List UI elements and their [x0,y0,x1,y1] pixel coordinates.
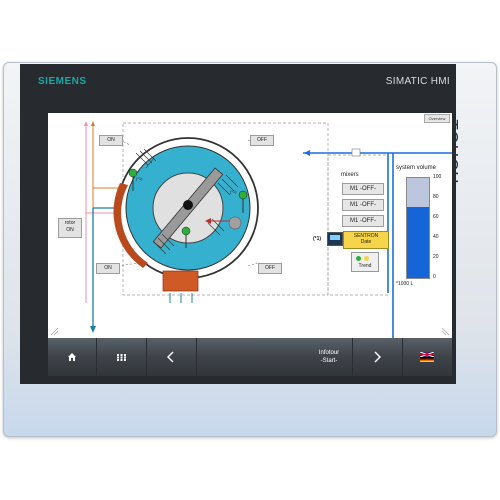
rotor-label: rotor [64,220,76,226]
infotour-label: Infotour -Start- [319,349,339,365]
volume-tick: 60 [433,214,439,220]
home-button[interactable] [48,338,97,376]
language-button[interactable] [402,338,452,376]
status-on-bottom[interactable]: ON [96,263,120,274]
connector-4 [247,262,259,267]
trend-label: Trend [358,263,372,269]
hmi-screen: Overview ON OFF ON OFF rotor ON (*1) (*1… [48,113,452,376]
sentron-device-icon [327,232,343,246]
sentron-button[interactable]: SENTRON Date [343,231,389,249]
infotour-start: -Start- [320,358,338,364]
volume-unit: *1000 L [396,281,414,287]
outlet-arrow [90,326,96,333]
volume-bar [406,177,430,279]
model-label: SIMATIC HMI [385,76,450,87]
overview-button[interactable]: Overview [424,114,450,123]
status-off-bottom[interactable]: OFF [258,263,282,274]
home-icon [68,353,76,361]
sentron-marker: (*1) [313,236,322,242]
brand-logo: SIEMENS [38,76,87,87]
sensor [228,216,242,230]
rotor-status[interactable]: rotor ON [58,218,82,238]
back-button[interactable] [146,338,197,376]
mixer-button-3[interactable]: M1 -OFF- [342,215,384,227]
trend-green-led [356,256,361,261]
volume-tick: 0 [433,274,436,280]
sentron-date: Date [360,239,372,245]
grid-icon [116,353,126,361]
nav-bar: Infotour -Start- [48,338,452,376]
drive-arrows [169,293,193,303]
mixers-title: mixers [341,172,359,178]
system-volume-title: system volume [396,165,437,171]
mixer-button-1[interactable]: M1 -OFF- [342,183,384,195]
process-view: Overview ON OFF ON OFF rotor ON (*1) (*1… [48,113,452,338]
trend-yellow-led [364,256,369,261]
rotor-hub [183,200,193,210]
valve [351,148,361,157]
status-off-top[interactable]: OFF [250,135,274,146]
trend-button[interactable]: Trend [351,252,379,272]
process-diagram [50,121,452,338]
flag-icon [420,352,434,362]
volume-tick: 100 [433,174,442,180]
volume-fill [407,207,429,278]
chevron-right-icon [374,351,381,363]
mixer-mark-2: (*1) [230,189,237,194]
rotor-state: ON [66,227,74,233]
grid-menu-button[interactable] [96,338,147,376]
mixer-button-2[interactable]: M1 -OFF- [342,199,384,211]
volume-tick: 80 [433,194,439,200]
infotour-button[interactable]: Infotour -Start- [196,338,353,376]
water-arrow [304,150,310,156]
orange-arrow [91,121,95,126]
connector-3 [117,262,139,267]
infotour-title: Infotour [318,350,340,356]
volume-tick: 40 [433,234,439,240]
chevron-left-icon [167,351,174,363]
pink-arrow [84,121,88,126]
mixer-mark-1: (*1) [136,176,143,181]
forward-button[interactable] [352,338,403,376]
volume-tick: 20 [433,254,439,260]
corner-marks [50,327,450,336]
drive-unit [162,270,199,292]
status-on-top[interactable]: ON [99,135,123,146]
